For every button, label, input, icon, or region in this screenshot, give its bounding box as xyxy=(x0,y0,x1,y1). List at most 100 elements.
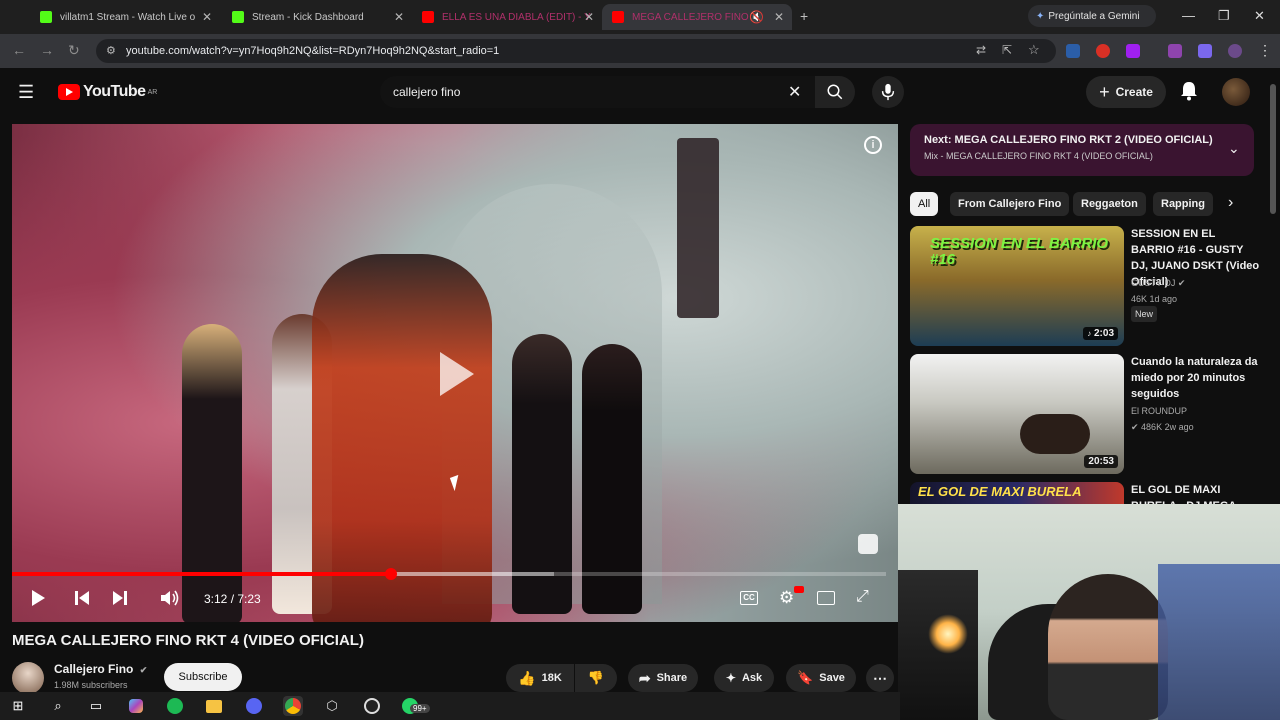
info-icon[interactable]: i xyxy=(864,136,882,154)
browser-tab-1[interactable]: villatm1 Stream - Watch Live o ✕ xyxy=(30,4,220,30)
bookmark-icon: 🔖 xyxy=(797,670,814,685)
miniplayer-icon[interactable] xyxy=(817,591,835,605)
like-button[interactable]: 👍 18K xyxy=(506,664,574,692)
play-button[interactable] xyxy=(30,589,46,610)
reload-icon[interactable]: ↻ xyxy=(68,42,80,59)
obs-icon[interactable] xyxy=(362,696,382,716)
youtube-logo[interactable]: YouTube AR xyxy=(58,83,157,101)
gemini-label: Pregúntale a Gemini xyxy=(1048,10,1140,22)
chip-from-callejero-fino[interactable]: From Callejero Fino xyxy=(950,192,1070,216)
channel-name-text: Callejero Fino xyxy=(54,662,134,676)
chip-reggaeton[interactable]: Reggaeton xyxy=(1073,192,1146,216)
maximize-icon[interactable]: ❐ xyxy=(1218,8,1230,24)
chip-rapping[interactable]: Rapping xyxy=(1153,192,1213,216)
download-icon[interactable] xyxy=(1168,44,1182,58)
channel-text: GUSTY DJ xyxy=(1131,278,1176,288)
video-thumbnail[interactable]: SESSION EN EL BARRIO #16 ♪ 2:03 xyxy=(910,226,1124,346)
search-button[interactable] xyxy=(815,76,855,108)
video-title: MEGA CALLEJERO FINO RKT 4 (VIDEO OFICIAL… xyxy=(12,632,364,649)
browser-tab-2[interactable]: Stream - Kick Dashboard ✕ xyxy=(222,4,412,30)
install-icon[interactable]: ⇱ xyxy=(1002,43,1012,57)
bookmark-star-icon[interactable]: ☆ xyxy=(1028,42,1040,58)
channel-name[interactable]: Callejero Fino ✔ xyxy=(54,662,147,676)
video-thumbnail[interactable]: 20:53 xyxy=(910,354,1124,474)
chip-all[interactable]: All xyxy=(910,192,939,216)
discord-icon[interactable] xyxy=(244,696,264,716)
youtube-icon xyxy=(612,11,624,23)
copilot-icon[interactable] xyxy=(126,696,146,716)
video-thumbnail[interactable]: EL GOL DE MAXI BURELA xyxy=(910,482,1124,504)
chevron-down-icon[interactable]: ⌄ xyxy=(1228,140,1240,157)
close-icon[interactable]: ✕ xyxy=(394,10,404,24)
task-view-icon[interactable]: ▭ xyxy=(86,696,106,716)
captions-icon[interactable]: CC xyxy=(740,591,758,605)
windows-taskbar: ⊞ ⌕ ▭ ⬡ 99+ xyxy=(0,692,900,720)
scrollbar-thumb[interactable] xyxy=(1270,84,1276,214)
close-icon[interactable]: ✕ xyxy=(202,10,212,24)
hamburger-menu-icon[interactable]: ☰ xyxy=(18,82,34,103)
new-tab-button[interactable]: + xyxy=(800,8,808,24)
ask-button[interactable]: ✦ Ask xyxy=(714,664,774,692)
record-extension-icon[interactable] xyxy=(1096,44,1110,58)
progress-bar[interactable] xyxy=(12,568,886,580)
more-actions-button[interactable]: ⋯ xyxy=(866,664,894,692)
spotify-icon[interactable] xyxy=(165,696,185,716)
windows-start-icon[interactable]: ⊞ xyxy=(8,696,28,716)
taskbar-search-icon[interactable]: ⌕ xyxy=(48,696,68,716)
extension-icon[interactable] xyxy=(1066,44,1080,58)
close-icon[interactable]: ✕ xyxy=(774,10,784,24)
extension-icon[interactable] xyxy=(1198,44,1212,58)
voice-search-button[interactable] xyxy=(872,76,904,108)
forward-icon[interactable]: → xyxy=(40,42,54,58)
clear-search-icon[interactable]: ✕ xyxy=(788,82,801,102)
chevron-right-icon[interactable]: › xyxy=(1228,194,1233,212)
related-video-title[interactable]: Cuando la naturaleza da miedo por 20 min… xyxy=(1131,354,1261,402)
playlist-next-panel[interactable]: Next: MEGA CALLEJERO FINO RKT 2 (VIDEO O… xyxy=(910,124,1254,176)
profile-avatar-icon[interactable] xyxy=(1228,44,1242,58)
chrome-icon[interactable] xyxy=(283,696,303,716)
skip-previous-icon xyxy=(75,591,89,605)
save-button[interactable]: 🔖 Save xyxy=(786,664,856,692)
browser-tab-3[interactable]: ELLA ES UNA DIABLA (EDIT) - Y ✕ xyxy=(412,4,602,30)
subscribe-button[interactable]: Subscribe xyxy=(164,663,242,691)
tab-label: MEGA CALLEJERO FINO RI xyxy=(632,11,762,23)
close-window-icon[interactable]: ✕ xyxy=(1254,8,1265,24)
close-icon[interactable]: ✕ xyxy=(584,10,594,24)
related-video-title[interactable]: EL GOL DE MAXI BURELA - DJ MEGA xyxy=(1131,482,1261,504)
volume-button[interactable] xyxy=(160,590,180,609)
mute-icon[interactable]: 🔇 xyxy=(749,10,764,24)
menu-dots-icon[interactable]: ⋮ xyxy=(1258,42,1272,59)
puzzle-icon[interactable] xyxy=(1126,44,1140,58)
channel-avatar[interactable] xyxy=(12,662,44,694)
tab-label: villatm1 Stream - Watch Live o xyxy=(60,11,196,23)
thumbnail-bull xyxy=(1020,414,1090,454)
avatar[interactable] xyxy=(1222,78,1250,106)
share-button[interactable]: ➦ Share xyxy=(628,664,698,692)
next-button[interactable] xyxy=(112,590,128,609)
center-play-icon[interactable] xyxy=(440,352,474,396)
file-explorer-icon[interactable] xyxy=(204,696,224,716)
mix-title: Mix - MEGA CALLEJERO FINO RKT 4 (VIDEO O… xyxy=(924,151,1153,161)
translate-icon[interactable]: ⇄ xyxy=(976,43,986,57)
app-icon[interactable]: ⬡ xyxy=(322,696,342,716)
url-bar[interactable]: ⚙ youtube.com/watch?v=yn7Hoq9h2NQ&list=R… xyxy=(96,39,1056,63)
notifications-button[interactable] xyxy=(1180,81,1198,106)
create-button[interactable]: + Create xyxy=(1086,76,1166,108)
settings-gear-icon[interactable]: ⚙ xyxy=(779,588,794,608)
plus-icon: + xyxy=(1099,81,1110,102)
fullscreen-icon[interactable]: ⤢ xyxy=(856,588,869,606)
video-frame-figure xyxy=(312,254,492,622)
duration-badge: 20:53 xyxy=(1084,455,1118,468)
minimize-icon[interactable]: — xyxy=(1182,8,1195,23)
thumbs-down-icon: 👎 xyxy=(587,670,605,685)
browser-tab-4[interactable]: MEGA CALLEJERO FINO RI 🔇 ✕ xyxy=(602,4,792,30)
video-player[interactable]: i xyxy=(12,124,898,622)
channel-watermark-icon[interactable] xyxy=(858,534,878,554)
back-icon[interactable]: ← xyxy=(12,42,26,58)
gemini-button[interactable]: ✦ Pregúntale a Gemini xyxy=(1028,5,1156,27)
site-info-icon[interactable]: ⚙ xyxy=(106,44,116,57)
youtube-header: ☰ YouTube AR callejero fino ✕ + Create xyxy=(0,68,1280,116)
dislike-button[interactable]: 👎 xyxy=(575,664,617,692)
previous-button[interactable] xyxy=(74,590,90,609)
search-input[interactable]: callejero fino ✕ xyxy=(380,76,820,108)
